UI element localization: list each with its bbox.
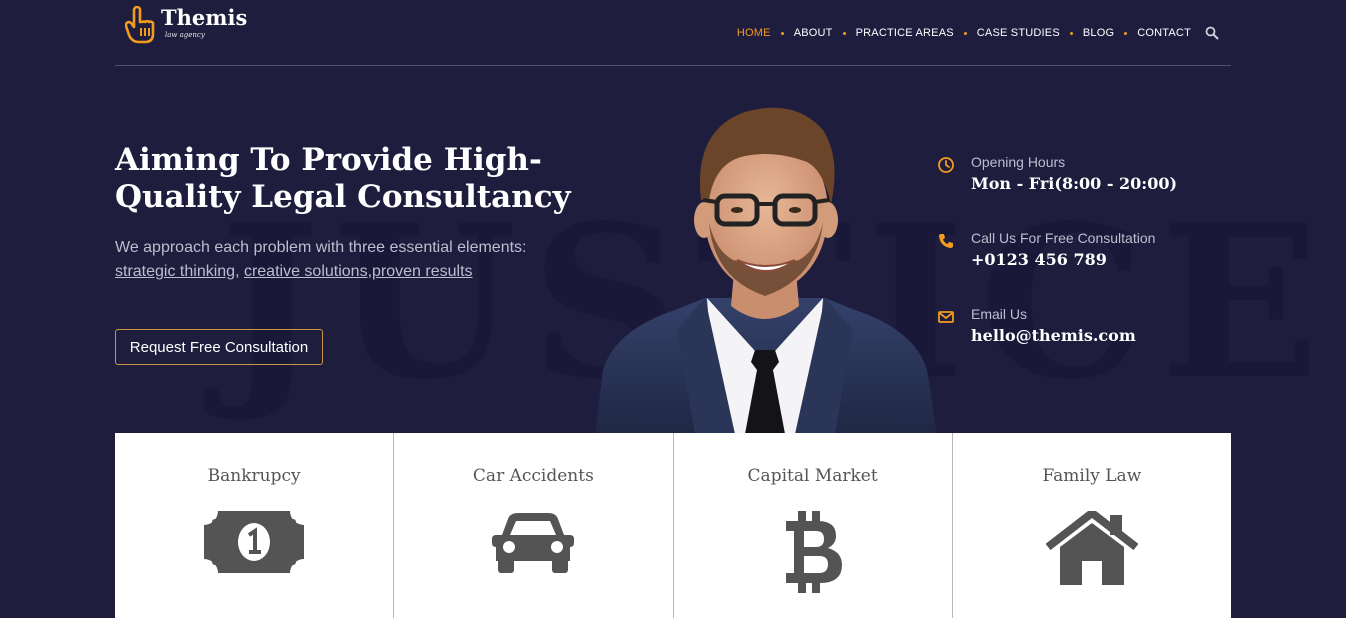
info-label: Opening Hours [971,154,1066,170]
brand-logo[interactable]: Themis law agency [125,6,285,50]
hero-title: Aiming To Provide High-Quality Legal Con… [115,142,571,215]
nav-separator [842,31,846,35]
info-value[interactable]: hello@themis.com [971,326,1136,345]
page: Themis law agency HOME ABOUT PRACTICE AR… [115,0,1320,618]
bitcoin-icon [785,511,842,593]
search-icon[interactable] [1205,26,1219,40]
lawyer-portrait [595,107,937,434]
nav-separator [1124,31,1128,35]
nav-separator [1069,31,1073,35]
services-row: Bankrupcy Car Accidents Capital Market F… [115,433,1231,618]
service-title: Car Accidents [472,466,594,486]
nav-practice-areas[interactable]: PRACTICE AREAS [856,25,954,41]
info-label: Call Us For Free Consultation [971,230,1156,246]
info-label: Email Us [971,306,1028,322]
service-title: Capital Market [747,466,878,486]
nav-contact[interactable]: CONTACT [1137,25,1191,41]
nav-separator [780,31,784,35]
nav-blog[interactable]: BLOG [1083,25,1114,41]
pointing-hand-icon [125,6,155,44]
hero-lead: We approach each problem with three esse… [115,239,527,280]
link-strategic-thinking[interactable]: strategic thinking [115,263,235,280]
brand-tagline: law agency [165,31,205,39]
link-proven-results[interactable]: proven results [372,263,473,280]
nav-home[interactable]: HOME [737,25,771,41]
service-card-capital-market[interactable]: Capital Market [673,433,953,618]
clock-icon [938,157,954,173]
nav-case-studies[interactable]: CASE STUDIES [977,25,1060,41]
link-creative-solutions[interactable]: creative solutions [244,263,368,280]
home-icon [1045,511,1138,585]
service-card-family-law[interactable]: Family Law [952,433,1231,618]
service-title: Bankrupcy [207,466,301,486]
money-bill-icon [204,511,305,573]
envelope-icon [938,311,954,323]
nav-separator [963,31,967,35]
header-divider [115,65,1231,66]
hero-lead-text: We approach each problem with three esse… [115,239,527,256]
info-value[interactable]: +0123 456 789 [971,250,1107,269]
main-nav: HOME ABOUT PRACTICE AREAS CASE STUDIES B… [737,25,1191,41]
info-value: Mon - Fri(8:00 - 20:00) [971,174,1178,193]
brand-name: Themis [161,5,248,30]
service-card-bankrupcy[interactable]: Bankrupcy [115,433,395,618]
car-icon [492,513,575,573]
service-title: Family Law [1042,466,1142,486]
phone-icon [939,234,953,248]
nav-about[interactable]: ABOUT [794,25,833,41]
request-consultation-button[interactable]: Request Free Consultation [115,329,323,365]
service-card-car-accidents[interactable]: Car Accidents [394,433,674,618]
